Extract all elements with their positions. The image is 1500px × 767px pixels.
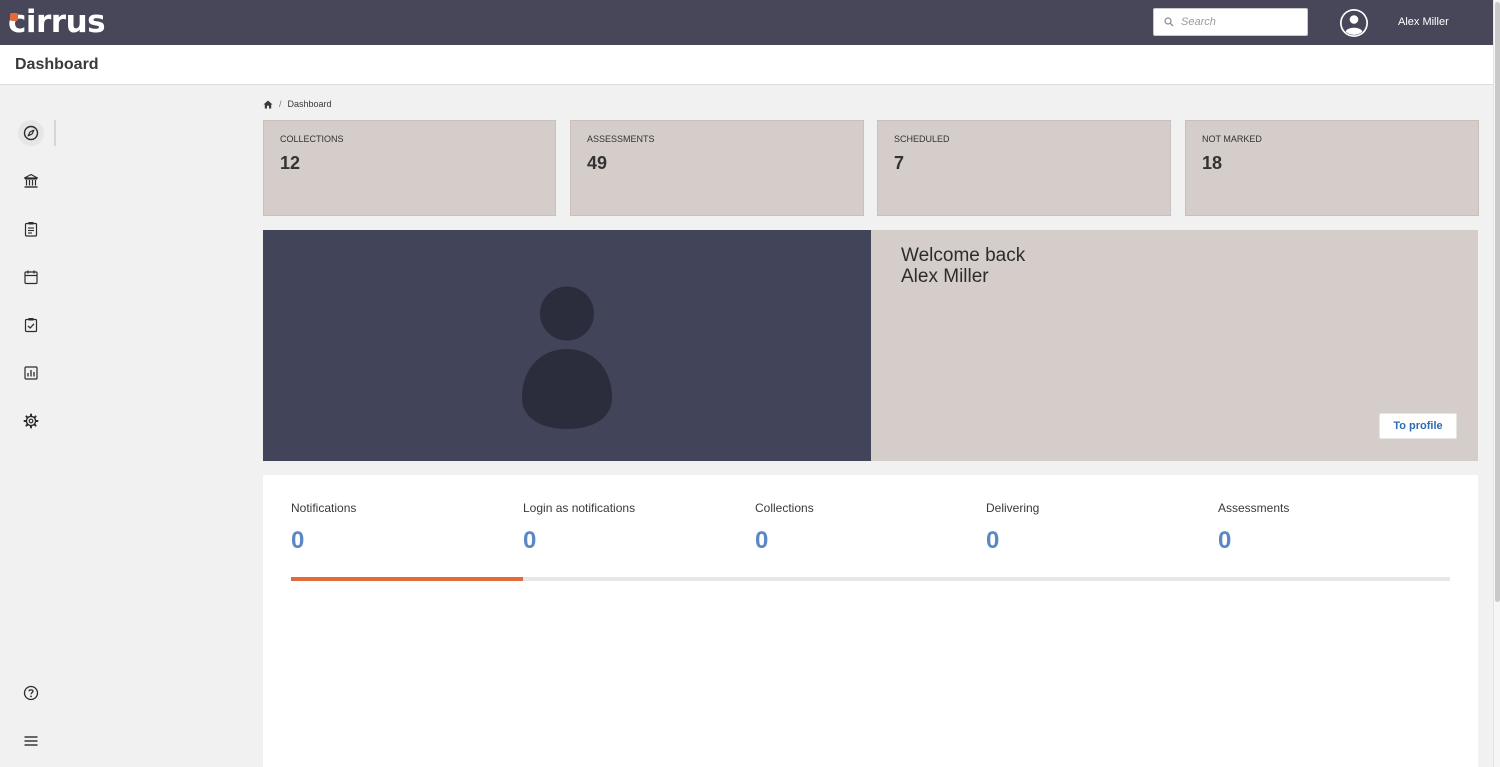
welcome-user-name: Alex Miller bbox=[901, 266, 989, 287]
nav-clipboard[interactable] bbox=[18, 216, 44, 242]
nav-reports[interactable] bbox=[18, 360, 44, 386]
notifications-panel: Notifications 0 Login as notifications 0… bbox=[263, 475, 1478, 767]
welcome-heading: Welcome back bbox=[901, 245, 1026, 266]
nav-institution[interactable] bbox=[18, 168, 44, 194]
nav-help[interactable] bbox=[18, 680, 44, 706]
breadcrumb: / Dashboard bbox=[263, 98, 332, 110]
to-profile-button[interactable]: To profile bbox=[1379, 413, 1457, 439]
person-silhouette-icon bbox=[522, 286, 612, 429]
active-tab-indicator bbox=[291, 577, 523, 581]
page-title: Dashboard bbox=[15, 56, 99, 73]
nav-settings[interactable] bbox=[18, 408, 44, 434]
nav-checklist[interactable] bbox=[18, 312, 44, 338]
breadcrumb-current: Dashboard bbox=[287, 99, 332, 109]
stat-value: 12 bbox=[280, 153, 301, 173]
home-icon[interactable] bbox=[263, 100, 273, 109]
breadcrumb-separator: / bbox=[279, 99, 282, 109]
stat-value: 7 bbox=[894, 153, 905, 173]
tab-label: Collections bbox=[755, 501, 814, 515]
tab-count: 0 bbox=[986, 527, 1000, 554]
stat-card-scheduled[interactable]: SCHEDULED 7 bbox=[877, 120, 1171, 216]
stat-value: 18 bbox=[1202, 153, 1223, 173]
tab-label: Assessments bbox=[1218, 501, 1290, 515]
checklist-icon bbox=[24, 318, 38, 333]
user-avatar-icon[interactable] bbox=[1339, 8, 1369, 38]
logo-text: cirrus bbox=[8, 4, 106, 40]
clipboard-icon bbox=[24, 222, 38, 237]
tab-delivering[interactable]: Delivering 0 bbox=[986, 501, 1218, 581]
top-bar: cirrus Alex Miller bbox=[0, 0, 1493, 45]
tab-assessments[interactable]: Assessments 0 bbox=[1218, 501, 1450, 581]
profile-picture-panel bbox=[263, 230, 871, 461]
tab-count: 0 bbox=[755, 527, 769, 554]
welcome-panel: Welcome back Alex Miller To profile bbox=[871, 230, 1478, 461]
tab-collections[interactable]: Collections 0 bbox=[755, 501, 987, 581]
stat-label: NOT MARKED bbox=[1202, 134, 1262, 144]
stat-label: COLLECTIONS bbox=[280, 134, 344, 144]
help-icon bbox=[23, 685, 39, 701]
menu-icon bbox=[24, 736, 38, 746]
gear-icon bbox=[23, 413, 39, 429]
tab-count: 0 bbox=[1218, 527, 1232, 554]
page-header: Dashboard bbox=[0, 45, 1493, 85]
tab-label: Delivering bbox=[986, 501, 1040, 515]
stat-label: SCHEDULED bbox=[894, 134, 950, 144]
stat-value: 49 bbox=[587, 153, 608, 173]
tab-count: 0 bbox=[523, 527, 537, 554]
sidebar bbox=[0, 86, 60, 767]
tab-notifications[interactable]: Notifications 0 bbox=[291, 501, 523, 581]
search-box[interactable] bbox=[1153, 8, 1308, 36]
stat-card-collections[interactable]: COLLECTIONS 12 bbox=[263, 120, 556, 216]
tab-indicator-track bbox=[291, 577, 1450, 581]
nav-dashboard[interactable] bbox=[18, 120, 44, 146]
search-input[interactable] bbox=[1181, 13, 1301, 31]
tab-label: Notifications bbox=[291, 501, 357, 515]
tab-login-as-notifications[interactable]: Login as notifications 0 bbox=[523, 501, 755, 581]
logo-accent-icon bbox=[10, 13, 18, 21]
stat-card-assessments[interactable]: ASSESSMENTS 49 bbox=[570, 120, 864, 216]
sidebar-active-indicator bbox=[54, 120, 56, 146]
page-scrollbar[interactable] bbox=[1493, 0, 1500, 767]
tab-count: 0 bbox=[291, 527, 305, 554]
compass-icon bbox=[23, 125, 39, 141]
nav-menu[interactable] bbox=[18, 728, 44, 754]
institution-icon bbox=[23, 173, 39, 188]
tab-label: Login as notifications bbox=[523, 501, 636, 515]
stat-card-not-marked[interactable]: NOT MARKED 18 bbox=[1185, 120, 1479, 216]
stat-label: ASSESSMENTS bbox=[587, 134, 655, 144]
user-name[interactable]: Alex Miller bbox=[1398, 16, 1449, 28]
scrollbar-thumb[interactable] bbox=[1495, 2, 1500, 602]
chart-icon bbox=[24, 366, 38, 380]
cirrus-logo[interactable]: cirrus bbox=[8, 4, 106, 40]
search-icon bbox=[1164, 17, 1174, 27]
nav-calendar[interactable] bbox=[18, 264, 44, 290]
calendar-icon bbox=[24, 270, 38, 285]
